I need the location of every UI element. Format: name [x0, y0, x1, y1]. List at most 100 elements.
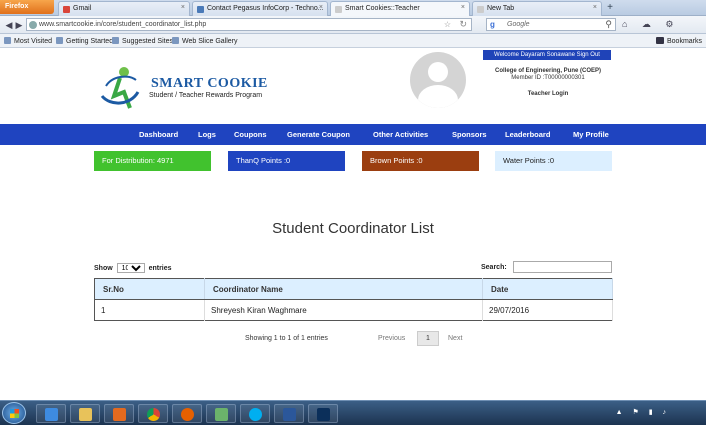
page-title: Student Coordinator List [272, 220, 434, 237]
water-points-badge: Water Points :0 [495, 151, 612, 171]
taskbar-firefox[interactable] [172, 404, 202, 423]
browser-tab-bar: Firefox Gmail × Contact Pegasus InfoCorp… [0, 0, 706, 16]
tab-gmail[interactable]: Gmail × [58, 1, 190, 16]
ie-icon [45, 408, 58, 421]
url-text: www.smartcookie.in/core/student_coordina… [39, 21, 207, 28]
taskbar-media[interactable] [104, 404, 134, 423]
paint-icon [215, 408, 228, 421]
bookmark-web-slice-gallery[interactable]: Web Slice Gallery [172, 37, 238, 45]
windows-logo-icon [10, 409, 19, 418]
firefox-icon [181, 408, 194, 421]
search-field[interactable]: g Google ⚲ [486, 18, 616, 31]
taskbar-explorer[interactable] [70, 404, 100, 423]
close-tab-icon[interactable]: × [593, 4, 597, 11]
menu-generate-coupon[interactable]: Generate Coupon [287, 130, 350, 139]
firefox-menu-button[interactable]: Firefox [0, 0, 54, 14]
windows-taskbar: ▲ ⚑ ▮ ♪ [0, 400, 706, 425]
chrome-icon [147, 408, 160, 421]
search-icon[interactable]: ⚲ [605, 19, 612, 30]
distribution-points-badge: For Distribution: 4971 [94, 151, 211, 171]
welcome-signout-link[interactable]: Welcome Dayaram Sonawane Sign Out [483, 50, 611, 60]
start-button[interactable] [2, 402, 26, 424]
tab-smart-cookies[interactable]: Smart Cookies::Teacher × [330, 1, 470, 16]
smart-cookie-logo-icon [100, 67, 140, 109]
cell-sr-no: 1 [94, 299, 205, 321]
bookmark-icon [112, 37, 119, 44]
table-info: Showing 1 to 1 of 1 entries [245, 335, 328, 342]
navigation-bar: ◀ ▶ www.smartcookie.in/core/student_coor… [0, 16, 706, 34]
menu-dashboard[interactable]: Dashboard [139, 130, 178, 139]
bookmarks-bar: Most Visited Getting Started Suggested S… [0, 34, 706, 48]
avatar-head [428, 62, 448, 82]
logo-subtitle: Student / Teacher Rewards Program [149, 92, 263, 99]
bookmark-suggested-sites[interactable]: Suggested Sites [112, 37, 173, 45]
new-tab-plus-icon[interactable]: + [604, 2, 616, 14]
reload-icon[interactable]: ↻ [459, 19, 467, 30]
brown-points-badge: Brown Points :0 [362, 151, 479, 171]
page-favicon-icon [197, 6, 204, 13]
logo-title: SMART COOKIE [151, 76, 268, 91]
bookmarks-menu[interactable]: Bookmarks [655, 37, 702, 45]
coordinator-table: Sr.No Coordinator Name Date 1 Shreyesh K… [94, 278, 613, 321]
bookmark-getting-started[interactable]: Getting Started [56, 37, 113, 45]
search-label: Search: [481, 264, 507, 271]
avatar-body [418, 85, 458, 108]
menu-other-activities[interactable]: Other Activities [373, 130, 428, 139]
taskbar-chrome[interactable] [138, 404, 168, 423]
close-tab-icon[interactable]: × [319, 4, 323, 11]
word-icon [283, 408, 296, 421]
cell-coordinator-name: Shreyesh Kiran Waghmare [204, 299, 483, 321]
bookmark-icon [56, 37, 63, 44]
menu-logs[interactable]: Logs [198, 130, 216, 139]
main-menu: Dashboard Logs Coupons Generate Coupon O… [0, 124, 706, 145]
taskbar-paint[interactable] [206, 404, 236, 423]
thanq-points-badge: ThanQ Points :0 [228, 151, 345, 171]
member-id: Member ID :T00000000301 [511, 75, 585, 81]
cell-date: 29/07/2016 [482, 299, 613, 321]
taskbar-photoshop[interactable] [308, 404, 338, 423]
bookmark-icon [172, 37, 179, 44]
column-date[interactable]: Date [482, 278, 613, 300]
address-bar[interactable]: www.smartcookie.in/core/student_coordina… [26, 18, 472, 31]
user-avatar [410, 52, 466, 108]
tab-new-tab[interactable]: New Tab × [472, 1, 602, 16]
column-sr-no[interactable]: Sr.No [94, 278, 205, 300]
media-player-icon [113, 408, 126, 421]
close-tab-icon[interactable]: × [181, 4, 185, 11]
page-favicon-icon [335, 6, 342, 13]
photoshop-icon [317, 408, 330, 421]
menu-leaderboard[interactable]: Leaderboard [505, 130, 550, 139]
bookmark-most-visited[interactable]: Most Visited [4, 37, 52, 45]
taskbar-ie[interactable] [36, 404, 66, 423]
menu-coupons[interactable]: Coupons [234, 130, 267, 139]
bookmarks-icon [655, 37, 664, 44]
bookmark-icon [4, 37, 11, 44]
tab-pegasus[interactable]: Contact Pegasus InfoCorp - Techno... × [192, 1, 328, 16]
search-placeholder: Google [507, 21, 530, 28]
page-favicon-icon [477, 6, 484, 13]
menu-my-profile[interactable]: My Profile [573, 130, 609, 139]
table-row: 1 Shreyesh Kiran Waghmare 29/07/2016 [94, 299, 613, 321]
system-tray[interactable]: ▲ ⚑ ▮ ♪ [616, 408, 670, 416]
table-header-row: Sr.No Coordinator Name Date [94, 278, 613, 300]
gmail-icon [63, 6, 70, 13]
table-search-input[interactable] [513, 261, 612, 273]
taskbar-skype[interactable] [240, 404, 270, 423]
page-1-button[interactable]: 1 [417, 331, 439, 346]
taskbar-word[interactable] [274, 404, 304, 423]
star-icon[interactable]: ☆ [444, 20, 451, 29]
previous-page-button[interactable]: Previous [378, 335, 405, 342]
forward-arrow-icon[interactable]: ▶ [13, 19, 25, 31]
entries-length-control: Show 10 entries [94, 263, 172, 273]
toolbar-icons[interactable]: ⌂ ☁ ⚙ [622, 19, 680, 30]
column-coordinator-name[interactable]: Coordinator Name [204, 278, 483, 300]
globe-icon [29, 21, 37, 29]
skype-icon [249, 408, 262, 421]
college-name: College of Engineering, Pune (COEP) [494, 68, 601, 74]
close-tab-icon[interactable]: × [461, 4, 465, 11]
folder-icon [79, 408, 92, 421]
login-type: Teacher Login [527, 91, 569, 97]
next-page-button[interactable]: Next [448, 335, 462, 342]
menu-sponsors[interactable]: Sponsors [452, 130, 487, 139]
entries-select[interactable]: 10 [116, 263, 145, 273]
